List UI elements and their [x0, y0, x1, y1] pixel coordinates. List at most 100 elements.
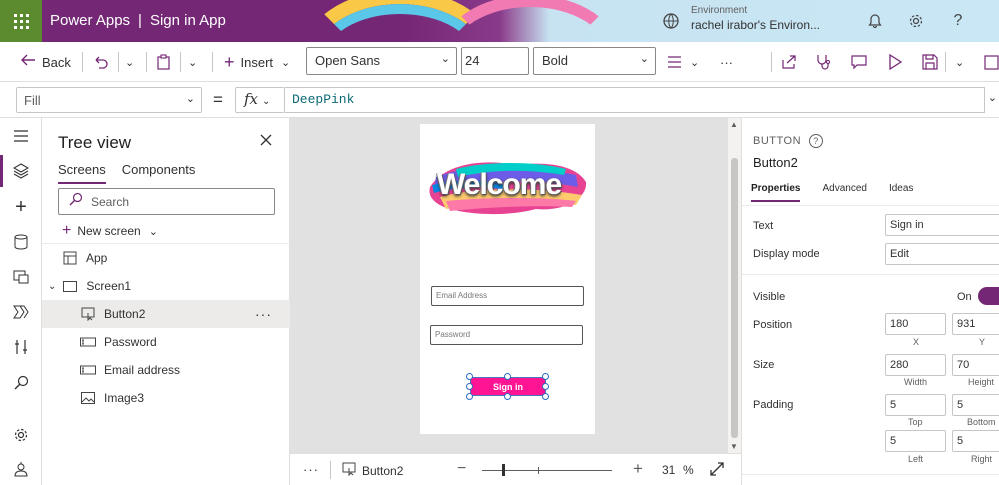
font-family-dropdown[interactable]: Open Sans ⌄: [306, 47, 457, 75]
more-commands-button[interactable]: ···: [720, 51, 733, 73]
padding-top-input[interactable]: 5: [885, 394, 946, 416]
paste-dropdown[interactable]: ⌄: [188, 51, 197, 73]
help-icon[interactable]: ?: [948, 11, 968, 31]
share-button[interactable]: [781, 51, 797, 73]
resize-handle[interactable]: [542, 393, 549, 400]
comment-icon: [851, 55, 867, 70]
virtual-agent-icon[interactable]: [11, 459, 31, 479]
undo-dropdown[interactable]: ⌄: [125, 51, 134, 73]
new-screen-button[interactable]: + New screen ⌄: [62, 222, 158, 240]
tree-search-input[interactable]: Search: [58, 188, 275, 215]
document-title[interactable]: Sign in App: [150, 12, 226, 29]
comments-button[interactable]: [851, 51, 867, 73]
settings-icon[interactable]: [11, 425, 31, 445]
position-x-input[interactable]: 180: [885, 313, 946, 335]
control-name[interactable]: Button2: [753, 155, 798, 170]
email-address-input[interactable]: Email Address: [431, 286, 584, 306]
padding-bottom-input[interactable]: 5: [952, 394, 999, 416]
tree-view-icon[interactable]: [0, 155, 31, 187]
scroll-down-icon[interactable]: ▼: [730, 442, 738, 451]
font-size-input[interactable]: 24: [461, 47, 529, 75]
app-checker-button[interactable]: [815, 51, 831, 73]
back-button[interactable]: Back: [20, 51, 71, 73]
tree-node-email-address[interactable]: Email address: [42, 356, 290, 384]
undo-button[interactable]: [93, 51, 109, 73]
scrollbar-thumb[interactable]: [731, 158, 738, 438]
padding-left-input[interactable]: 5: [885, 430, 946, 452]
expand-formula-icon[interactable]: ⌄: [988, 91, 997, 104]
divider: [212, 52, 213, 72]
tree-node-screen1[interactable]: ⌄ Screen1: [42, 272, 290, 300]
insert-icon[interactable]: +: [11, 196, 31, 218]
sign-in-label: Sign in: [493, 381, 523, 392]
resize-handle[interactable]: [542, 373, 549, 380]
visible-toggle[interactable]: [978, 287, 999, 305]
insert-button[interactable]: + Insert ⌄: [224, 51, 290, 73]
environment-icon[interactable]: [662, 12, 680, 30]
property-dropdown[interactable]: Fill ⌄: [16, 87, 202, 113]
selected-control-breadcrumb[interactable]: Button2: [342, 462, 403, 479]
zoom-out-button[interactable]: −: [457, 460, 466, 478]
resize-handle[interactable]: [504, 393, 511, 400]
tree-node-password[interactable]: Password: [42, 328, 290, 356]
app-header: Power Apps | Sign in App Environment rache…: [0, 0, 999, 42]
control-type-label: BUTTON: [753, 135, 802, 147]
resize-handle[interactable]: [504, 373, 511, 380]
resize-handle[interactable]: [542, 383, 549, 390]
fx-button[interactable]: fx ⌄: [235, 87, 285, 113]
tree-node-app[interactable]: App: [42, 244, 290, 272]
properties-panel: BUTTON ? Button2 Properties Advanced Ide…: [741, 118, 999, 485]
size-width-input[interactable]: 280: [885, 354, 946, 376]
font-weight-dropdown[interactable]: Bold ⌄: [533, 47, 656, 75]
more-options-icon[interactable]: ···: [255, 306, 272, 322]
save-button[interactable]: [922, 51, 938, 73]
app-title: Power Apps | Sign in App: [50, 12, 226, 29]
zoom-in-button[interactable]: +: [633, 459, 643, 479]
search-icon[interactable]: [11, 372, 31, 392]
tree-node-image3[interactable]: Image3: [42, 384, 290, 412]
gear-icon[interactable]: [906, 11, 926, 31]
advanced-tools-icon[interactable]: [11, 337, 31, 357]
resize-handle[interactable]: [466, 393, 473, 400]
bell-icon[interactable]: [865, 11, 885, 31]
save-dropdown[interactable]: ⌄: [955, 51, 964, 73]
size-height-input[interactable]: 70: [952, 354, 999, 376]
back-arrow-icon: [20, 53, 36, 72]
tab-screens[interactable]: Screens: [58, 162, 106, 184]
data-icon[interactable]: [11, 232, 31, 252]
hamburger-menu-icon[interactable]: [11, 126, 31, 146]
align-button[interactable]: ⌄: [667, 51, 699, 73]
media-icon[interactable]: [11, 267, 31, 287]
formula-input[interactable]: DeepPink: [285, 87, 985, 113]
chevron-down-icon[interactable]: ⌄: [48, 281, 56, 292]
fit-to-window-icon[interactable]: [710, 462, 724, 479]
zoom-slider-handle[interactable]: [502, 464, 505, 476]
power-automate-icon[interactable]: [11, 302, 31, 322]
publish-button[interactable]: [984, 51, 999, 73]
resize-handle[interactable]: [466, 373, 473, 380]
tab-advanced[interactable]: Advanced: [822, 183, 866, 202]
resize-handle[interactable]: [466, 383, 473, 390]
preview-button[interactable]: [888, 51, 902, 73]
password-input[interactable]: Password: [430, 325, 583, 345]
button-icon: [342, 462, 356, 479]
close-icon[interactable]: [260, 130, 272, 151]
tab-properties[interactable]: Properties: [751, 183, 801, 202]
text-property-input[interactable]: Sign in: [885, 214, 999, 236]
size-label: Size: [753, 359, 775, 371]
tab-components[interactable]: Components: [122, 162, 196, 184]
tab-ideas[interactable]: Ideas: [889, 183, 913, 202]
tree-node-button2[interactable]: Button2 ···: [42, 300, 290, 328]
canvas-scrollbar[interactable]: ▲ ▼: [728, 118, 741, 453]
help-icon[interactable]: ?: [809, 134, 824, 148]
display-mode-dropdown[interactable]: Edit ⌄: [885, 243, 999, 265]
left-caption: Left: [908, 454, 924, 464]
padding-right-input[interactable]: 5: [952, 430, 999, 452]
environment-name[interactable]: rachel irabor's Environ...: [691, 18, 820, 32]
scroll-up-icon[interactable]: ▲: [730, 120, 738, 129]
app-name[interactable]: Power Apps: [50, 12, 130, 29]
waffle-icon[interactable]: [0, 0, 42, 42]
more-options-icon[interactable]: ···: [303, 462, 319, 477]
paste-button[interactable]: [156, 51, 171, 73]
position-y-input[interactable]: 931: [952, 313, 999, 335]
